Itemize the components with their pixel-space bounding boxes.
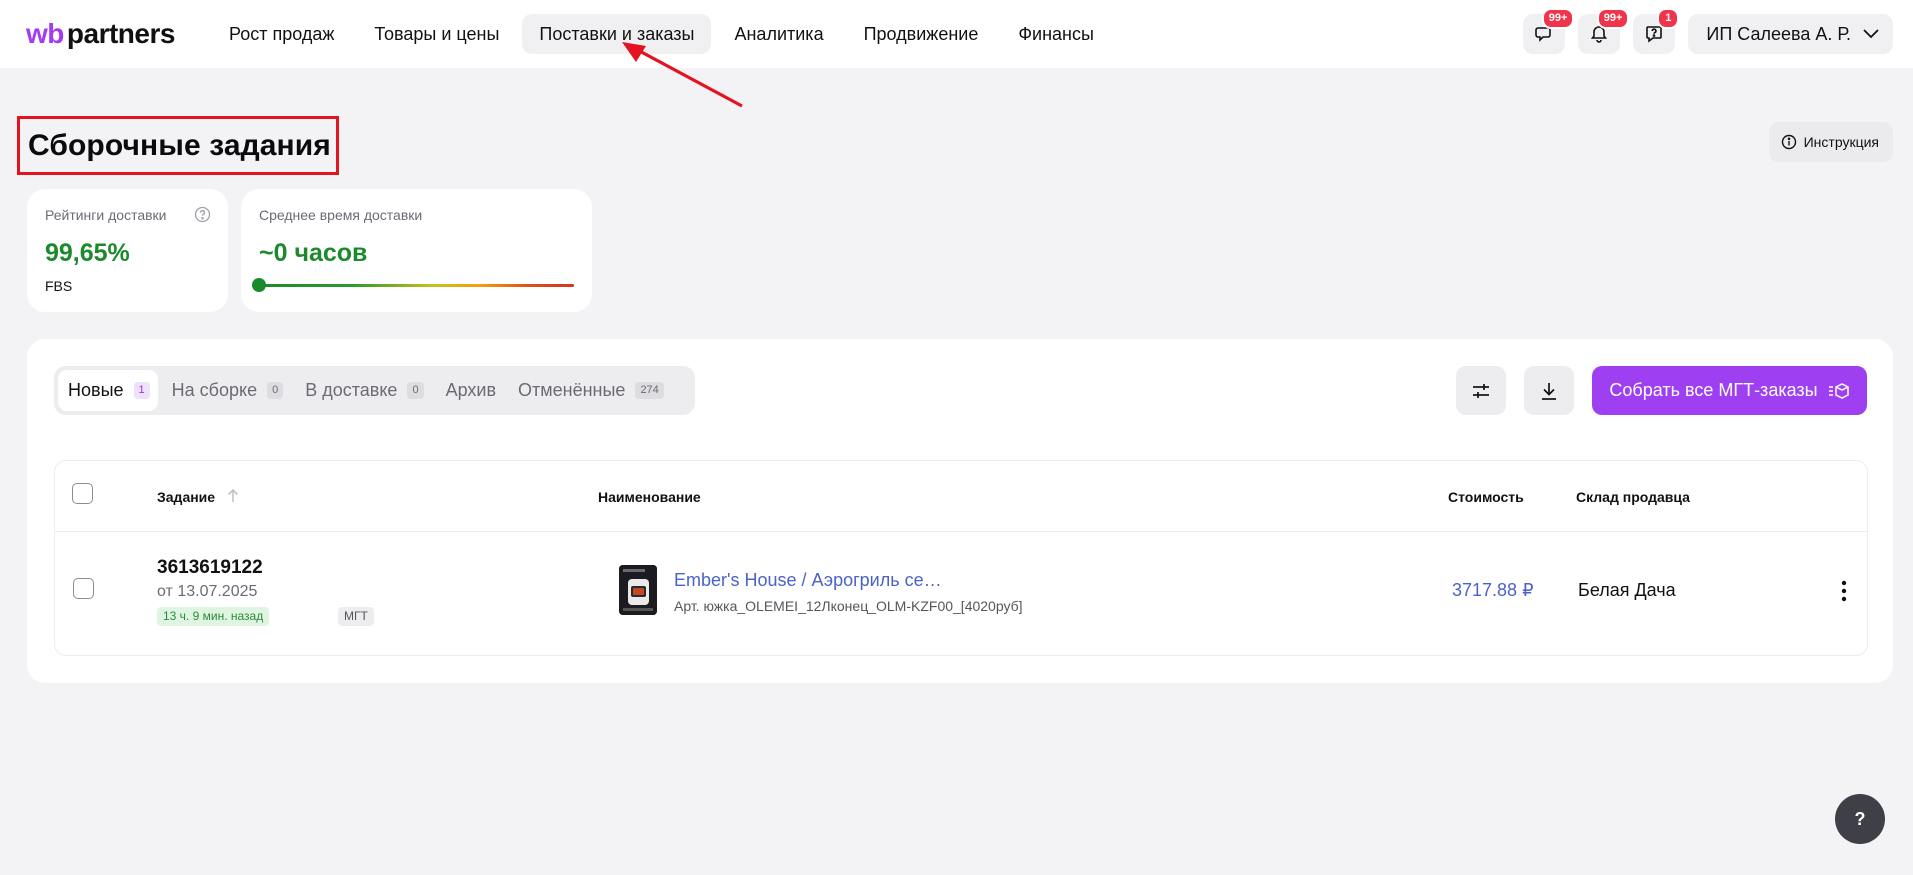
column-warehouse: Склад продавца: [1576, 489, 1690, 505]
product-name-link[interactable]: Ember's House / Аэрогриль се…: [674, 570, 942, 591]
collect-all-mgt-orders-button[interactable]: Собрать все МГТ-заказы: [1592, 366, 1867, 415]
status-tabs: Новые 1 На сборке 0 В доставке 0 Архив О…: [54, 366, 695, 415]
row-more-button[interactable]: [1832, 577, 1856, 605]
order-number[interactable]: 3613619122: [157, 557, 263, 579]
tab-new[interactable]: Новые 1: [58, 370, 158, 411]
download-button[interactable]: [1524, 366, 1574, 415]
tab-cancelled-label: Отменённые: [518, 380, 626, 400]
more-vertical-icon: [1841, 580, 1847, 602]
delivery-time-indicator: [252, 278, 266, 292]
annotation-arrow-icon: [622, 42, 743, 108]
sliders-icon: [1473, 383, 1489, 398]
tab-in-delivery[interactable]: В доставке 0: [295, 370, 431, 411]
delivery-rating-scheme: FBS: [45, 278, 73, 294]
tab-assembling[interactable]: На сборке 0: [162, 370, 292, 411]
tab-in-delivery-count: 0: [407, 382, 424, 399]
column-name: Наименование: [598, 489, 701, 505]
tab-cancelled-count: 274: [635, 382, 664, 399]
tab-new-count: 1: [133, 382, 150, 399]
nav-item-finance[interactable]: Финансы: [1001, 14, 1111, 54]
instruction-label: Инструкция: [1803, 134, 1879, 150]
tab-new-label: Новые: [68, 380, 124, 400]
user-menu-button[interactable]: ИП Салеева А. Р.: [1688, 14, 1893, 54]
seller-warehouse: Белая Дача: [1578, 580, 1676, 600]
help-fab-button[interactable]: ?: [1835, 794, 1885, 844]
delivery-rating-label: Рейтинги доставки: [45, 207, 167, 223]
sort-arrow-up-icon: [227, 489, 238, 502]
orders-panel: Новые 1 На сборке 0 В доставке 0 Архив О…: [27, 339, 1893, 683]
product-article: Арт. южка_OLEMEI_12Лконец_OLM-KZF00_[402…: [674, 598, 1023, 614]
page-title-highlight: Сборочные задания: [17, 116, 339, 175]
tab-archive[interactable]: Архив: [436, 370, 504, 411]
nav-item-promotion[interactable]: Продвижение: [847, 14, 996, 54]
tab-in-delivery-label: В доставке: [305, 380, 398, 400]
top-header: wb partners Рост продаж Товары и цены По…: [0, 0, 1913, 68]
box-list-icon: [1828, 382, 1849, 399]
nav-item-products-prices[interactable]: Товары и цены: [357, 14, 516, 54]
filter-button[interactable]: [1456, 366, 1506, 415]
product-thumbnail[interactable]: [619, 565, 657, 615]
tab-assembling-label: На сборке: [171, 380, 258, 400]
logo-wb-text: wb: [26, 18, 64, 49]
nav-item-sales-growth[interactable]: Рост продаж: [212, 14, 351, 54]
chat-button[interactable]: 99+: [1523, 8, 1575, 54]
table-row[interactable]: 3613619122 от 13.07.2025 13 ч. 9 мин. на…: [55, 532, 1867, 656]
select-all-checkbox[interactable]: [72, 483, 93, 504]
page-title: Сборочные задания: [28, 128, 331, 162]
orders-table: Задание Наименование Стоимость Склад про…: [54, 460, 1868, 656]
row-checkbox[interactable]: [73, 578, 94, 599]
column-price[interactable]: Стоимость: [1448, 489, 1524, 505]
info-icon: [1781, 134, 1796, 150]
instruction-button[interactable]: Инструкция: [1768, 122, 1893, 162]
chat-badge: 99+: [1541, 8, 1575, 29]
tab-assembling-count: 0: [267, 382, 284, 399]
tab-archive-label: Архив: [445, 380, 497, 400]
table-header: Задание Наименование Стоимость Склад про…: [55, 461, 1867, 532]
air-fryer-image-icon: [619, 565, 657, 615]
order-price[interactable]: 3717.88 ₽: [1452, 580, 1534, 601]
download-icon: [1542, 382, 1556, 400]
notifications-button[interactable]: 99+: [1578, 8, 1630, 54]
notifications-badge: 99+: [1596, 8, 1630, 29]
logo-partners-text: partners: [66, 18, 176, 49]
chevron-down-icon: [1863, 29, 1879, 39]
support-button[interactable]: 1: [1633, 8, 1680, 54]
delivery-rating-value: 99,65%: [45, 239, 130, 267]
support-badge: 1: [1657, 8, 1680, 29]
delivery-time-scale: [259, 284, 574, 287]
time-ago-badge: 13 ч. 9 мин. назад: [157, 607, 270, 626]
header-actions: 99+ 99+ 1 ИП Салеева А. Р.: [1523, 8, 1893, 54]
delivery-time-label: Среднее время доставки: [259, 207, 423, 223]
column-task[interactable]: Задание: [157, 489, 239, 505]
delivery-rating-card: Рейтинги доставки 99,65% FBS: [27, 189, 228, 312]
column-task-label: Задание: [157, 489, 216, 505]
order-date: от 13.07.2025: [157, 583, 258, 600]
delivery-time-card: Среднее время доставки ~0 часов: [241, 189, 592, 312]
delivery-time-value: ~0 часов: [259, 239, 368, 267]
mgt-tag: МГТ: [338, 607, 374, 626]
wb-partners-logo[interactable]: wb partners: [26, 18, 176, 49]
help-circle-icon[interactable]: [194, 206, 211, 223]
collect-all-label: Собрать все МГТ-заказы: [1609, 380, 1818, 400]
tab-cancelled[interactable]: Отменённые 274: [508, 370, 672, 411]
user-name: ИП Салеева А. Р.: [1706, 23, 1851, 44]
